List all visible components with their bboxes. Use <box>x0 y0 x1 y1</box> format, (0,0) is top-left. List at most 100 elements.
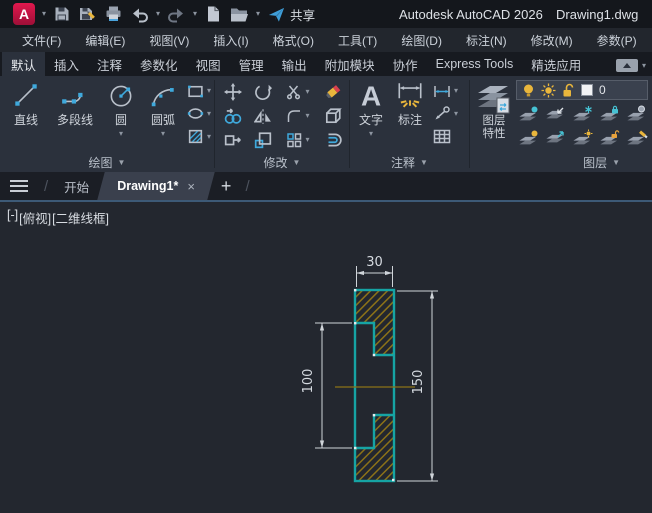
menu-format[interactable]: 格式(O) <box>261 28 326 52</box>
dimension-texts[interactable]: 30 150 100 <box>301 255 426 394</box>
menu-tools[interactable]: 工具(T) <box>326 28 389 52</box>
layer-unlock-icon[interactable] <box>562 83 575 98</box>
menu-parametric[interactable]: 参数(P) <box>585 28 649 52</box>
circle-caret-icon[interactable]: ▾ <box>119 130 123 138</box>
stretch-icon[interactable] <box>224 131 242 149</box>
layer-off-icon[interactable] <box>518 105 540 122</box>
layer-make-current-icon[interactable] <box>626 105 648 122</box>
table-button[interactable] <box>433 129 458 144</box>
layer-match-icon[interactable] <box>626 129 649 146</box>
ribbon-tab-view[interactable]: 视图 <box>187 52 230 76</box>
layer-on-bulb-icon[interactable] <box>522 83 535 98</box>
trim-caret-icon[interactable]: ▾ <box>305 88 309 96</box>
ellipse-button[interactable]: ▾ <box>187 105 211 122</box>
ribbon-tab-output[interactable]: 输出 <box>273 52 316 76</box>
line-button[interactable]: 直线 <box>3 78 49 152</box>
layer-on-icon[interactable] <box>518 129 540 146</box>
new-tab-button[interactable]: + <box>213 176 240 197</box>
menu-file[interactable]: 文件(F) <box>10 28 73 52</box>
polyline-button[interactable]: 多段线 <box>49 78 101 152</box>
ribbon-tab-annotate[interactable]: 注释 <box>88 52 131 76</box>
move-icon[interactable] <box>224 83 242 101</box>
linear-dimension-caret-icon[interactable]: ▾ <box>454 87 458 95</box>
ribbon-tab-parametric[interactable]: 参数化 <box>131 52 187 76</box>
explode-icon[interactable] <box>324 107 342 125</box>
ribbon-tab-home[interactable]: 默认 <box>2 52 46 76</box>
share-icon[interactable] <box>267 5 286 24</box>
layer-freeze-icon[interactable] <box>572 105 594 122</box>
layer-properties-button[interactable]: 图层 特性 <box>473 78 515 152</box>
ribbon-collapse-button[interactable]: ▾ <box>615 59 646 76</box>
annotate-panel-label[interactable]: 注释 ▼ <box>350 152 469 172</box>
modify-panel-label[interactable]: 修改 ▼ <box>215 152 349 172</box>
layer-thaw-icon[interactable] <box>572 129 594 146</box>
layer-color-swatch[interactable] <box>581 84 593 96</box>
layer-unlock-tool-icon[interactable] <box>599 129 621 146</box>
menu-dimension[interactable]: 标注(N) <box>454 28 519 52</box>
ribbon-tab-featured-apps[interactable]: 精选应用 <box>522 52 590 76</box>
autocad-logo-icon[interactable]: A <box>13 3 35 25</box>
offset-icon[interactable] <box>324 131 342 149</box>
save-icon[interactable] <box>53 5 71 23</box>
layer-thaw-sun-icon[interactable] <box>541 83 556 98</box>
hatch-caret-icon[interactable]: ▾ <box>207 132 211 141</box>
undo-caret-icon[interactable]: ▾ <box>156 10 160 18</box>
arc-caret-icon[interactable]: ▾ <box>161 130 165 138</box>
ribbon-tab-express-tools[interactable]: Express Tools <box>427 52 523 76</box>
leader-button[interactable]: ▾ <box>433 106 458 121</box>
redo-icon[interactable] <box>167 6 186 23</box>
menu-draw[interactable]: 绘图(D) <box>389 28 454 52</box>
fillet-button[interactable]: ▾ <box>286 108 310 124</box>
undo-icon[interactable] <box>130 6 149 23</box>
array-button[interactable]: ▾ <box>286 132 310 148</box>
dimension-button[interactable]: 标注 <box>389 78 431 152</box>
menu-insert[interactable]: 插入(I) <box>201 28 260 52</box>
menu-edit[interactable]: 编辑(E) <box>73 28 137 52</box>
model-space-canvas[interactable]: [-] [俯视] [二维线框] 30 150 100 <box>0 200 652 513</box>
qat-customize-caret-icon[interactable]: ▾ <box>256 10 260 18</box>
array-caret-icon[interactable]: ▾ <box>305 136 309 144</box>
ellipse-caret-icon[interactable]: ▾ <box>207 109 211 118</box>
leader-caret-icon[interactable]: ▾ <box>454 109 458 118</box>
erase-icon[interactable] <box>324 83 342 101</box>
layer-isolate-icon[interactable] <box>545 105 567 122</box>
mirror-icon[interactable] <box>254 107 272 125</box>
menu-modify[interactable]: 修改(M) <box>519 28 585 52</box>
app-menu-caret-icon[interactable]: ▾ <box>42 10 46 18</box>
new-drawing-icon[interactable] <box>204 5 222 23</box>
open-folder-icon[interactable] <box>229 5 249 23</box>
scale-icon[interactable] <box>254 131 272 149</box>
layer-panel-label[interactable]: 图层 ▼ <box>470 152 652 172</box>
ribbon-tab-collaborate[interactable]: 协作 <box>384 52 427 76</box>
ribbon-tab-manage[interactable]: 管理 <box>230 52 273 76</box>
layer-unisolate-icon[interactable] <box>545 129 567 146</box>
current-layer-name[interactable]: 0 <box>599 83 606 97</box>
draw-panel-label[interactable]: 绘图 ▼ <box>0 152 214 172</box>
cad-drawing[interactable]: 30 150 100 <box>0 202 652 513</box>
tab-start[interactable]: 开始 <box>54 172 99 200</box>
file-tabs-menu-icon[interactable] <box>10 180 28 192</box>
redo-caret-icon[interactable]: ▾ <box>193 10 197 18</box>
text-button[interactable]: A 文字 ▾ <box>353 78 389 152</box>
ribbon-tab-insert[interactable]: 插入 <box>45 52 88 76</box>
fillet-caret-icon[interactable]: ▾ <box>305 112 309 120</box>
layer-select-dropdown[interactable]: 0 <box>516 80 648 100</box>
save-as-icon[interactable] <box>78 5 97 23</box>
ribbon-collapse-caret-icon[interactable]: ▾ <box>642 61 646 70</box>
circle-button[interactable]: 圆 ▾ <box>101 78 141 152</box>
linear-dimension-button[interactable]: ▾ <box>433 84 458 99</box>
print-icon[interactable] <box>104 5 123 23</box>
hatch-button[interactable]: ▾ <box>187 128 211 145</box>
tab-drawing1[interactable]: Drawing1* × <box>101 172 211 200</box>
text-caret-icon[interactable]: ▾ <box>369 130 373 138</box>
ribbon-tab-addins[interactable]: 附加模块 <box>316 52 384 76</box>
share-label[interactable]: 共享 <box>290 5 315 24</box>
layer-lock-icon[interactable] <box>599 105 621 122</box>
rectangle-button[interactable]: ▾ <box>187 83 211 100</box>
menu-view[interactable]: 视图(V) <box>137 28 201 52</box>
rectangle-caret-icon[interactable]: ▾ <box>207 87 211 95</box>
trim-button[interactable]: ▾ <box>286 84 310 100</box>
copy-icon[interactable] <box>224 107 242 125</box>
arc-button[interactable]: 圆弧 ▾ <box>141 78 185 152</box>
tab-close-icon[interactable]: × <box>187 179 195 194</box>
